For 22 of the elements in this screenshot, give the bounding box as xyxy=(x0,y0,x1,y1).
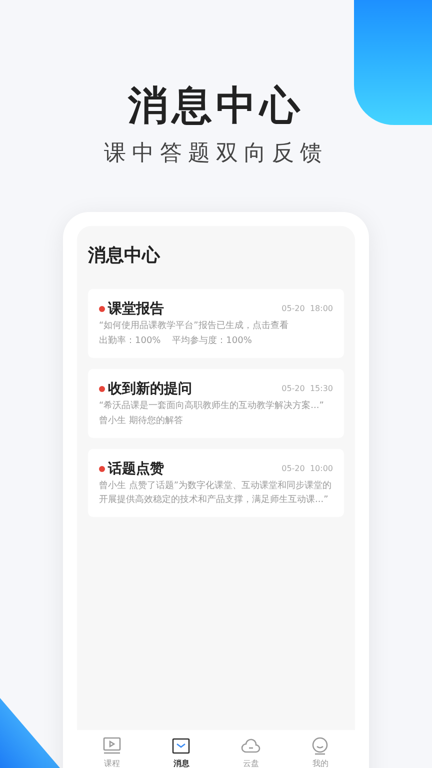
message-card[interactable]: 话题点赞 05-20 10:00 曾小生 点赞了话题”为数字化课堂、互动课堂和同步课堂的开展提供高效稳定的技术和产品支撑，满足师生互动课...” xyxy=(88,449,344,517)
message-time: 05-20 10:00 xyxy=(282,463,333,475)
message-text: 曾小生 点赞了话题”为数字化课堂、互动课堂和同步课堂的开展提供高效稳定的技术和产品支撑，满足师生互动课...” xyxy=(99,480,333,507)
video-icon xyxy=(102,737,122,755)
message-text: 出勤率：100% 平均参与度：100% xyxy=(99,334,253,348)
subtitle: 课中答题双向反馈 xyxy=(104,140,328,168)
headline: 消息中心 xyxy=(128,82,304,130)
screen-title: 消息中心 xyxy=(88,244,162,268)
message-card[interactable]: 课堂报告 05-20 18:00 “如何使用品课教学平台”报告已生成，点击查看 出勤率：100% 平均参与度：100% xyxy=(88,289,344,358)
tab-bar-item[interactable]: 消息 xyxy=(156,737,206,768)
message-text: “希沃品课是一套面向高职教师生的互动教学解决方案...” xyxy=(99,399,325,413)
message-time: 05-20 15:30 xyxy=(282,383,333,395)
cloud-icon xyxy=(240,737,261,755)
message-text: 曾小生 期待您的解答 xyxy=(99,414,184,428)
message-title: 收到新的提问 xyxy=(108,380,192,398)
envelope-icon xyxy=(171,737,192,755)
message-title: 课堂报告 xyxy=(108,300,164,318)
message-text: “如何使用品课教学平台”报告已生成，点击查看 xyxy=(99,320,290,333)
smiley-icon xyxy=(310,737,330,755)
message-title: 话题点赞 xyxy=(108,460,164,478)
message-card[interactable]: 收到新的提问 05-20 15:30 “希沃品课是一套面向高职教师生的互动教学解决方案...” 曾小生 期待您的解答 xyxy=(88,369,344,438)
message-time: 05-20 18:00 xyxy=(282,303,333,315)
